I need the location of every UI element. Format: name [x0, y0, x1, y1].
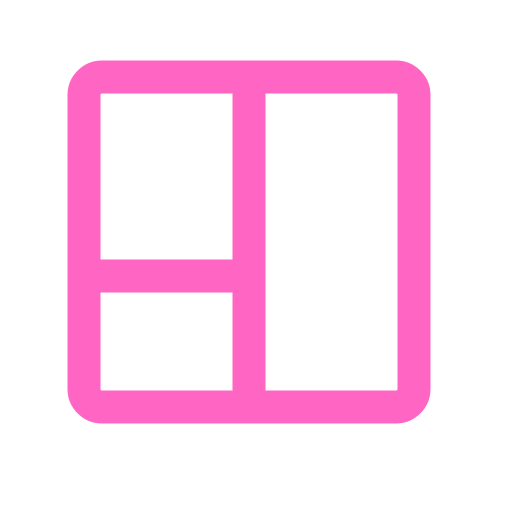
- icon-canvas: [0, 0, 512, 512]
- layout-dashboard-icon: [0, 0, 512, 512]
